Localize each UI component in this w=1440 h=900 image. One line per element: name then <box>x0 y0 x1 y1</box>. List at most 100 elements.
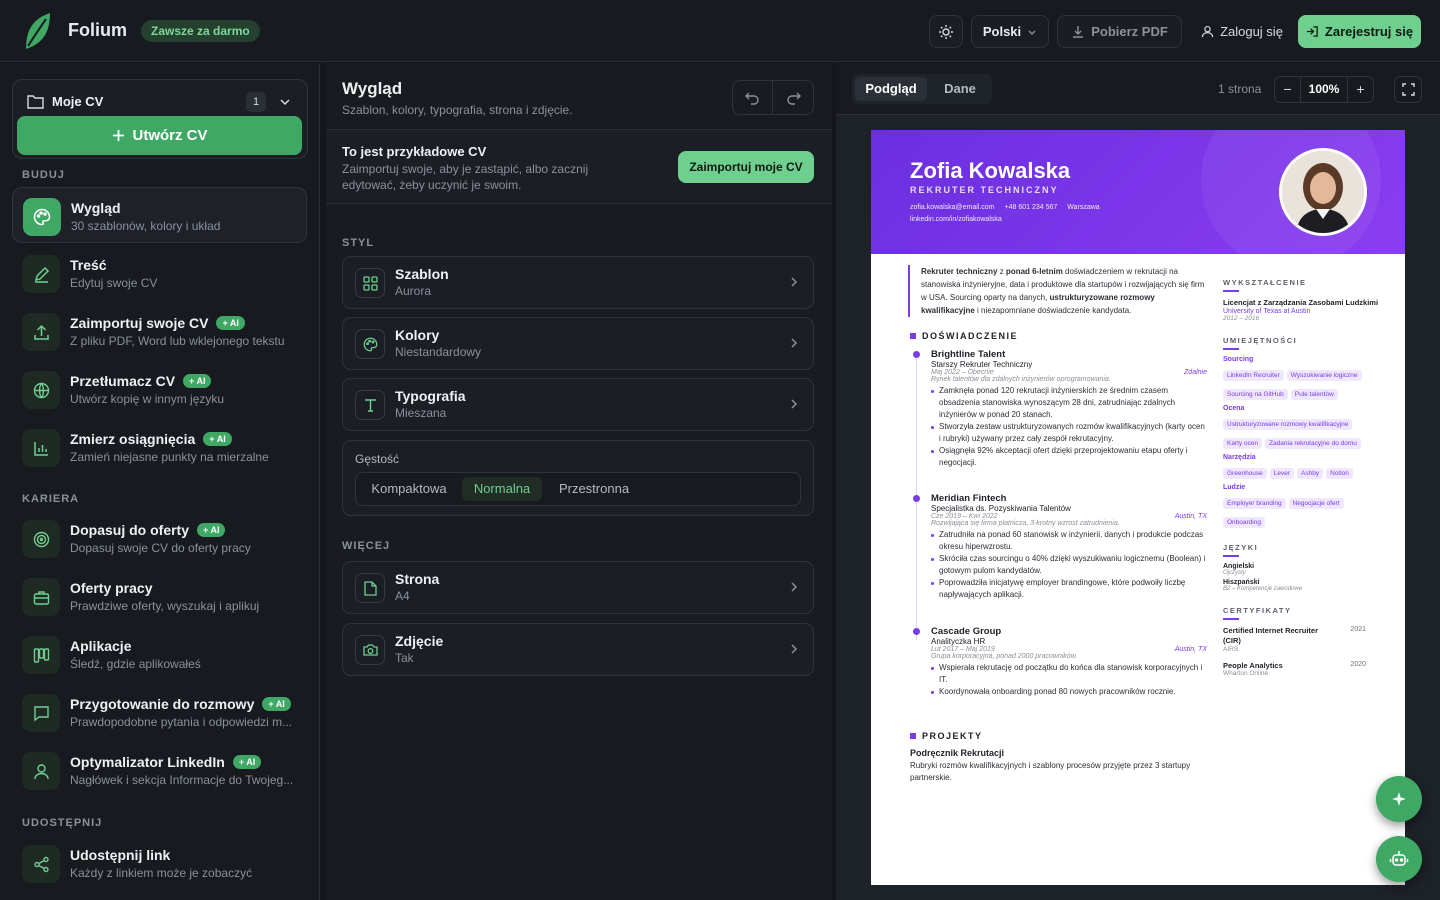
fullscreen-button[interactable] <box>1394 76 1422 103</box>
cv-document[interactable]: Zofia Kowalska REKRUTER TECHNICZNY zofia… <box>871 130 1405 885</box>
sidebar-item-import[interactable]: Zaimportuj swoje CV + AI Z pliku PDF, Wor… <box>12 303 307 359</box>
card-value: Tak <box>395 651 414 665</box>
skill-tag: Employer branding <box>1223 498 1286 509</box>
density-option-normal[interactable]: Normalna <box>462 477 542 501</box>
sidebar-item-subtitle: 30 szablonów, kolory i układ <box>71 219 221 233</box>
create-cv-label: Utwórz CV <box>132 127 208 144</box>
folium-logo-icon[interactable] <box>22 13 52 49</box>
sidebar-item-applications[interactable]: Aplikacje Śledź, gdzie aplikowałeś <box>12 626 307 682</box>
skill-group-name: Ludzie <box>1223 484 1246 491</box>
assistant-fab-button[interactable] <box>1376 836 1422 882</box>
sidebar-item-subtitle: Zamień niejasne punkty na mierzalne <box>70 450 269 464</box>
heading-underline <box>1223 290 1239 292</box>
job-dates: Maj 2022 – Obecnie <box>931 369 994 376</box>
language-level: Ojczysty <box>1223 570 1246 576</box>
card-title: Strona <box>395 571 440 587</box>
cv-name: Zofia Kowalska <box>910 158 1071 183</box>
chevron-right-icon <box>789 398 799 410</box>
login-button[interactable]: Zaloguj się <box>1196 15 1288 48</box>
job-description: Grupa korporacyjna, ponad 2000 pracownik… <box>931 653 1078 660</box>
create-cv-button[interactable]: Utwórz CV <box>17 116 302 155</box>
sidebar-item-content[interactable]: Treść Edytuj swoje CV <box>12 245 307 301</box>
cert-name: Certified Internet Recruiter (CIR) <box>1223 626 1319 645</box>
sparkle-icon <box>1391 791 1407 807</box>
cv-city: Warszawa <box>1067 204 1100 211</box>
page-card[interactable]: Strona A4 <box>342 561 814 614</box>
sidebar-item-title: Zmierz osiągnięcia <box>70 431 196 447</box>
cv-summary: Rekruter techniczny z ponad 6-letnim doś… <box>908 265 1208 317</box>
density-option-spacious[interactable]: Przestronna <box>546 477 642 501</box>
heading-underline <box>1223 555 1239 557</box>
sidebar-item-match-offer[interactable]: Dopasuj do oferty + AI Dopasuj swoje CV d… <box>12 510 307 566</box>
redo-button[interactable] <box>773 81 813 114</box>
language-select[interactable]: Polski <box>971 15 1049 48</box>
plus-icon <box>112 129 125 142</box>
expand-icon <box>1401 83 1415 96</box>
sidebar-item-linkedin[interactable]: Optymalizator LinkedIn + AI Nagłówek i se… <box>12 742 307 798</box>
camera-icon <box>355 635 385 665</box>
skill-tag: Lever <box>1269 468 1295 479</box>
chat-icon <box>22 694 60 732</box>
timeline-dot <box>913 351 920 358</box>
ai-badge: + AI <box>216 316 245 330</box>
section-more-heading: WIĘCEJ <box>342 540 391 552</box>
register-button[interactable]: Zarejestruj się <box>1298 15 1421 48</box>
sidebar-item-subtitle: Z pliku PDF, Word lub wklejonego tekstu <box>70 334 285 348</box>
sidebar-item-jobs[interactable]: Oferty pracy Prawdziwe oferty, wyszukaj … <box>12 568 307 624</box>
skill-tag: Negocjacje ofert <box>1288 498 1344 509</box>
job-bullet: Skróciła czas sourcingu o 40% dzięki wys… <box>931 553 1207 577</box>
sun-icon <box>938 24 954 40</box>
cv-photo <box>1279 148 1367 236</box>
tab-data[interactable]: Dane <box>932 77 988 101</box>
pencil-icon <box>22 255 60 293</box>
chevron-down-icon[interactable] <box>279 96 291 108</box>
cert-year: 2021 <box>1350 626 1366 633</box>
job-description: Rozwijająca się firma płatnicza, 3-krotn… <box>931 520 1120 527</box>
section-build-heading: BUDUJ <box>22 169 65 181</box>
cv-job: Brightline Talent Starszy Rekruter Techn… <box>913 349 1207 469</box>
job-bullet: Wspierała rekrutację od początku do końc… <box>931 662 1207 686</box>
typography-card[interactable]: Typografia Mieszana <box>342 378 814 431</box>
target-icon <box>22 520 60 558</box>
my-cv-label: Moje CV <box>52 94 104 109</box>
zoom-out-button[interactable]: − <box>1275 77 1301 102</box>
cv-email: zofia.kowalska@email.com <box>910 204 995 211</box>
chevron-right-icon <box>789 643 799 655</box>
colors-card[interactable]: Kolory Niestandardowy <box>342 317 814 370</box>
template-card[interactable]: Szablon Aurora <box>342 256 814 309</box>
skill-group-name: Narzędzia <box>1223 454 1256 461</box>
download-pdf-button[interactable]: Pobierz PDF <box>1057 15 1182 48</box>
import-my-cv-button[interactable]: Zaimportuj moje CV <box>678 151 814 183</box>
density-option-compact[interactable]: Kompaktowa <box>360 477 458 501</box>
undo-button[interactable] <box>733 81 773 114</box>
sidebar-item-subtitle: Dopasuj swoje CV do oferty pracy <box>70 541 251 555</box>
type-icon <box>355 390 385 420</box>
cv-summary-part: ponad 6-letnim <box>1005 267 1063 276</box>
sidebar-item-appearance[interactable]: Wygląd 30 szablonów, kolory i układ <box>12 187 307 243</box>
cv-summary-part: Rekruter techniczny <box>921 267 998 276</box>
sidebar-item-measure[interactable]: Zmierz osiągnięcia + AI Zamień niejasne p… <box>12 419 307 475</box>
theme-toggle-button[interactable] <box>929 15 963 48</box>
redo-icon <box>786 91 801 105</box>
sidebar-item-translate[interactable]: Przetłumacz CV + AI Utwórz kopię w innym … <box>12 361 307 417</box>
sidebar-item-title: Zaimportuj swoje CV <box>70 315 209 331</box>
globe-icon <box>22 371 60 409</box>
sidebar-item-interview-prep[interactable]: Przygotowanie do rozmowy + AI Prawdopodob… <box>12 684 307 740</box>
sidebar-item-share-link[interactable]: Udostępnij link Każdy z linkiem może je … <box>12 835 307 891</box>
sparkle-fab-button[interactable] <box>1376 776 1422 822</box>
timeline-dot <box>913 628 920 635</box>
zoom-in-button[interactable]: + <box>1347 77 1373 102</box>
sidebar-item-subtitle: Prawdopodobne pytania i odpowiedzi m... <box>70 715 293 729</box>
job-location: Zdalnie <box>1184 369 1207 376</box>
job-location: Austin, TX <box>1174 646 1207 653</box>
heading-underline <box>1223 348 1239 350</box>
top-bar: Folium Zawsze za darmo Polski Pobierz PD… <box>0 0 1440 62</box>
card-value: A4 <box>395 589 410 603</box>
tab-preview[interactable]: Podgląd <box>855 77 927 101</box>
job-bullet: Zatrudniła na ponad 60 stanowisk w inżyn… <box>931 529 1207 553</box>
cv-linkedin: linkedin.com/in/zofiakowalska <box>910 216 1002 223</box>
sidebar-item-title: Oferty pracy <box>70 580 153 596</box>
photo-card[interactable]: Zdjęcie Tak <box>342 623 814 676</box>
skill-group-name: Ocena <box>1223 405 1245 412</box>
sample-cv-notice: To jest przykładowe CV Zaimportuj swoje,… <box>326 130 832 203</box>
